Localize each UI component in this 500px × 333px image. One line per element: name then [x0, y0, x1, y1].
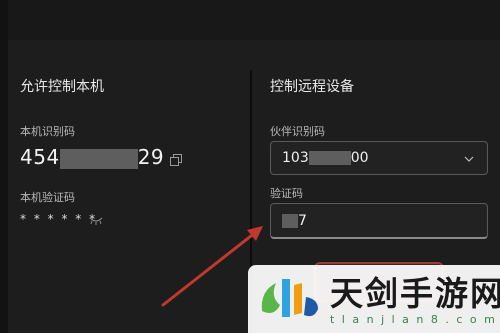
partner-id-prefix: 103	[282, 150, 309, 166]
allow-control-title: 允许控制本机	[20, 79, 104, 95]
control-remote-title: 控制远程设备	[270, 79, 354, 95]
remote-control-window: 允许控制本机 本机识别码 454 29 本机验证码 * * * * * * 控制远…	[0, 0, 500, 333]
redaction-block	[282, 214, 298, 228]
watermark-text: 天剑手游网	[330, 274, 500, 313]
partner-id-select[interactable]: 103 00	[270, 141, 488, 175]
local-verify-label: 本机验证码	[20, 191, 75, 204]
watermark-url: t l a n j l a n 8 . c o m	[330, 313, 497, 326]
local-id-prefix: 454	[20, 145, 60, 169]
verify-code-label: 验证码	[270, 187, 303, 200]
local-id-value: 454 29	[20, 145, 164, 169]
redaction-block	[59, 148, 138, 169]
watermark-logo: 天剑手游网 t l a n j l a n 8 . c o m	[248, 265, 500, 333]
verify-code-input[interactable]: 7	[270, 203, 488, 239]
eye-hidden-icon[interactable]	[89, 215, 103, 227]
local-id-label: 本机识别码	[20, 125, 75, 138]
partner-id-value: 103 00	[282, 150, 369, 166]
local-id-suffix: 29	[137, 145, 165, 169]
watermark-sword-icon	[261, 279, 318, 317]
window-top-area	[8, 0, 500, 40]
verify-code-suffix: 7	[298, 213, 307, 229]
partner-id-label: 伙伴识别码	[270, 125, 325, 138]
copy-icon[interactable]	[170, 154, 182, 166]
partner-id-suffix: 00	[350, 150, 369, 166]
redaction-block	[308, 151, 351, 165]
window-left-edge	[0, 0, 8, 333]
local-verify-value: * * * * * *	[20, 212, 98, 226]
chevron-down-icon[interactable]	[463, 154, 475, 164]
verify-code-value: 7	[282, 213, 307, 229]
